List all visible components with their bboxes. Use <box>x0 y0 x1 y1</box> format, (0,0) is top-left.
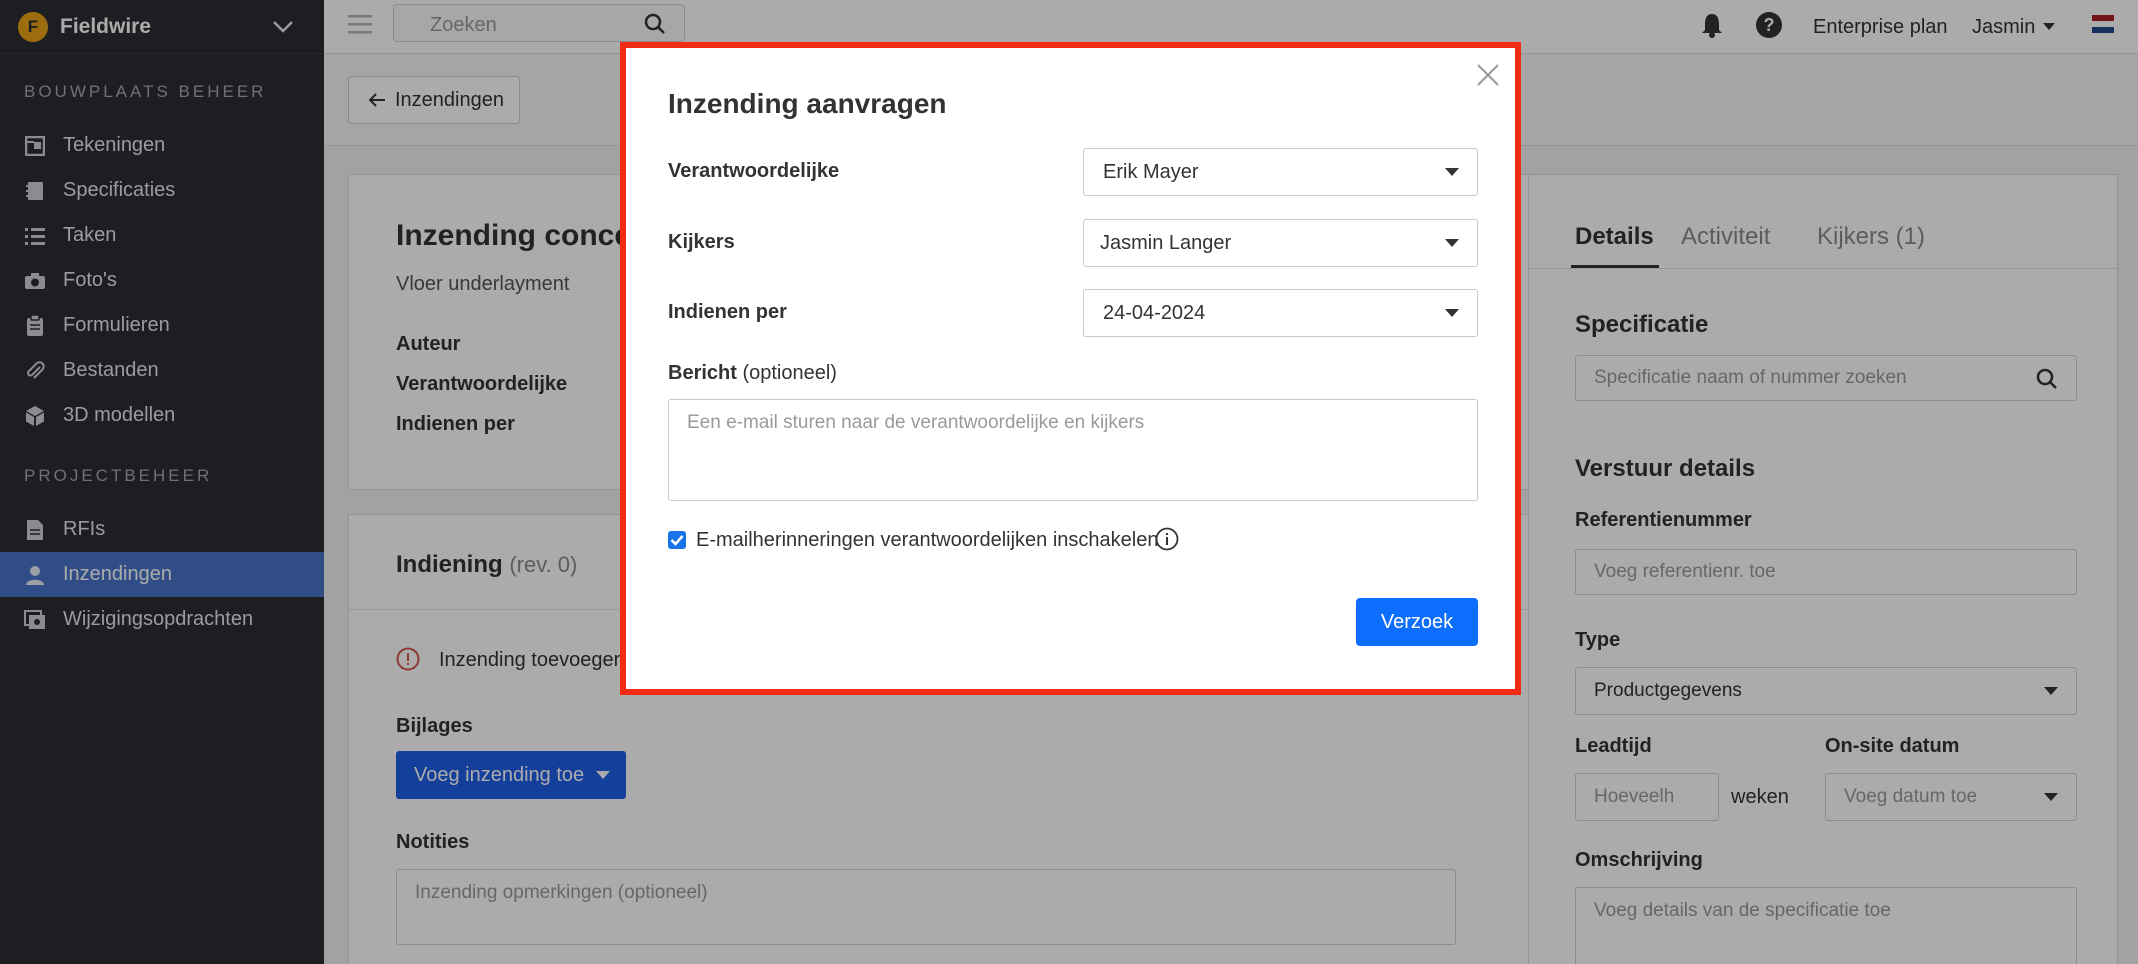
message-textarea[interactable]: Een e-mail sturen naar de verantwoordeli… <box>668 399 1478 501</box>
info-icon[interactable] <box>1155 527 1179 551</box>
responsible-label: Verantwoordelijke <box>668 160 840 182</box>
close-icon[interactable] <box>1475 62 1501 88</box>
modal-title: Inzending aanvragen <box>668 88 947 119</box>
caret-down-icon <box>1445 309 1459 317</box>
reminder-label[interactable]: E-mailherinneringen verantwoordelijken i… <box>696 529 1158 552</box>
message-optional-text: (optioneel) <box>742 362 837 384</box>
caret-down-icon <box>1445 168 1459 176</box>
message-label-text: Bericht <box>668 362 737 384</box>
responsible-select[interactable]: Erik Mayer <box>1083 148 1478 196</box>
message-label: Bericht (optioneel) <box>668 362 837 385</box>
caret-down-icon <box>1445 239 1459 247</box>
due-date-select[interactable]: 24-04-2024 <box>1083 289 1478 337</box>
viewers-select[interactable]: Jasmin Langer <box>1083 219 1478 267</box>
request-button[interactable]: Verzoek <box>1356 598 1478 646</box>
viewers-value: Jasmin Langer <box>1100 231 1232 254</box>
due-date-label: Indienen per <box>668 301 787 323</box>
checkmark-icon <box>670 535 684 546</box>
reminder-checkbox[interactable] <box>668 531 686 549</box>
request-submission-modal: Inzending aanvragen Verantwoordelijke Er… <box>620 42 1521 695</box>
viewers-label: Kijkers <box>668 231 735 253</box>
due-date-value: 24-04-2024 <box>1103 301 1206 324</box>
responsible-value: Erik Mayer <box>1103 160 1199 183</box>
message-placeholder: Een e-mail sturen naar de verantwoordeli… <box>687 412 1145 433</box>
